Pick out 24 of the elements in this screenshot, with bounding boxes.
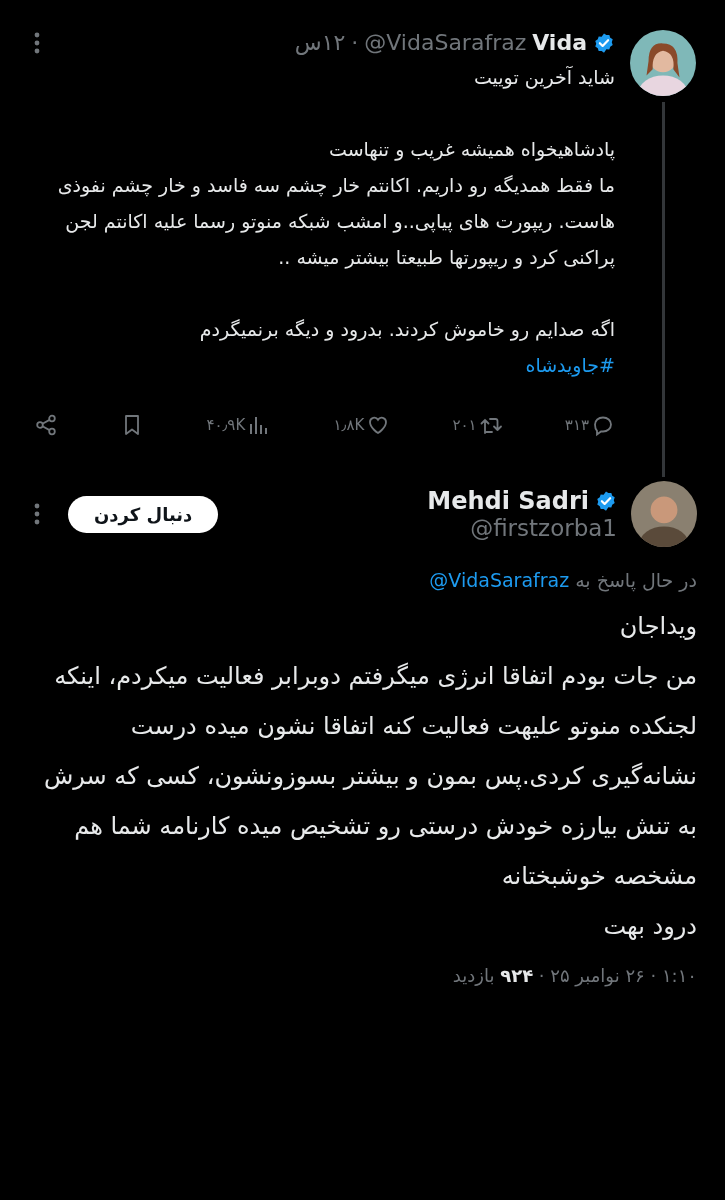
replying-to-label: در حال پاسخ به bbox=[575, 569, 697, 591]
mention-link[interactable]: @VidaSarafraz bbox=[429, 569, 570, 591]
post-meta: ۱:۱۰ · ۲۶ نوامبر ۲۵ · ۹۲۴ بازدید bbox=[451, 965, 697, 986]
post-time: ۱۲س bbox=[294, 30, 346, 55]
author-name[interactable]: Mehdi Sadri bbox=[427, 487, 589, 515]
author-name[interactable]: Vida bbox=[532, 30, 587, 55]
action-count: ۳۱۳ bbox=[564, 416, 589, 434]
hashtag-link[interactable]: #جاویدشاه bbox=[525, 347, 615, 383]
action-count: ۴۰٫۹K bbox=[206, 416, 246, 434]
tweet-paragraph: اگه صدایم رو خاموش کردند. بدرود و دیگه برنمیگردم bbox=[198, 317, 615, 343]
action-count: ۱٫۸K bbox=[333, 416, 365, 434]
share-icon[interactable] bbox=[34, 413, 58, 437]
author-handle[interactable]: @VidaSarafraz bbox=[364, 30, 527, 55]
tweet-paragraph: شاید آخرین توییت bbox=[472, 65, 615, 91]
author-handle[interactable]: @firstzorba1 bbox=[470, 515, 617, 541]
reply-paragraph: ویداجان bbox=[618, 611, 697, 642]
reply-paragraph: من جات بودم اتفاقا انرژی میگرفتم دوبرابر فعالیت میکردم، اینکه لجنکده منوتو علیهت فعالیت کنه اتفاقا نشون میده درست نشانه‌گیری کردی.پس بمون و بیشتر بسوزونشون، کسی که سرش به تنش بیارزه خودش درستی رو تشخیص میده کارنامه شما هم مشخصه خوشبختانه bbox=[43, 661, 697, 892]
separator-dot: · bbox=[351, 30, 359, 55]
tweet-paragraph: پادشاهیخواه همیشه غریب و تنهاست ما فقط همدیگه رو داریم. اکانتم خار چشم سه فاسد و خار چشم نفوذی هاست. ریپورت های پیاپی..و امشب شبکه منوتو رسما علیه اکانتم لجن پراکنی کرد و ریپورتها طبیعتا بیشتر میشه .. bbox=[56, 137, 615, 271]
action-count: ۲۰۱ bbox=[452, 416, 477, 434]
more-options-icon[interactable] bbox=[34, 503, 40, 525]
more-options-icon[interactable] bbox=[34, 31, 40, 54]
follow-button[interactable]: دنبال کردن bbox=[68, 495, 219, 533]
reply-paragraph: درود بهت bbox=[602, 911, 697, 942]
